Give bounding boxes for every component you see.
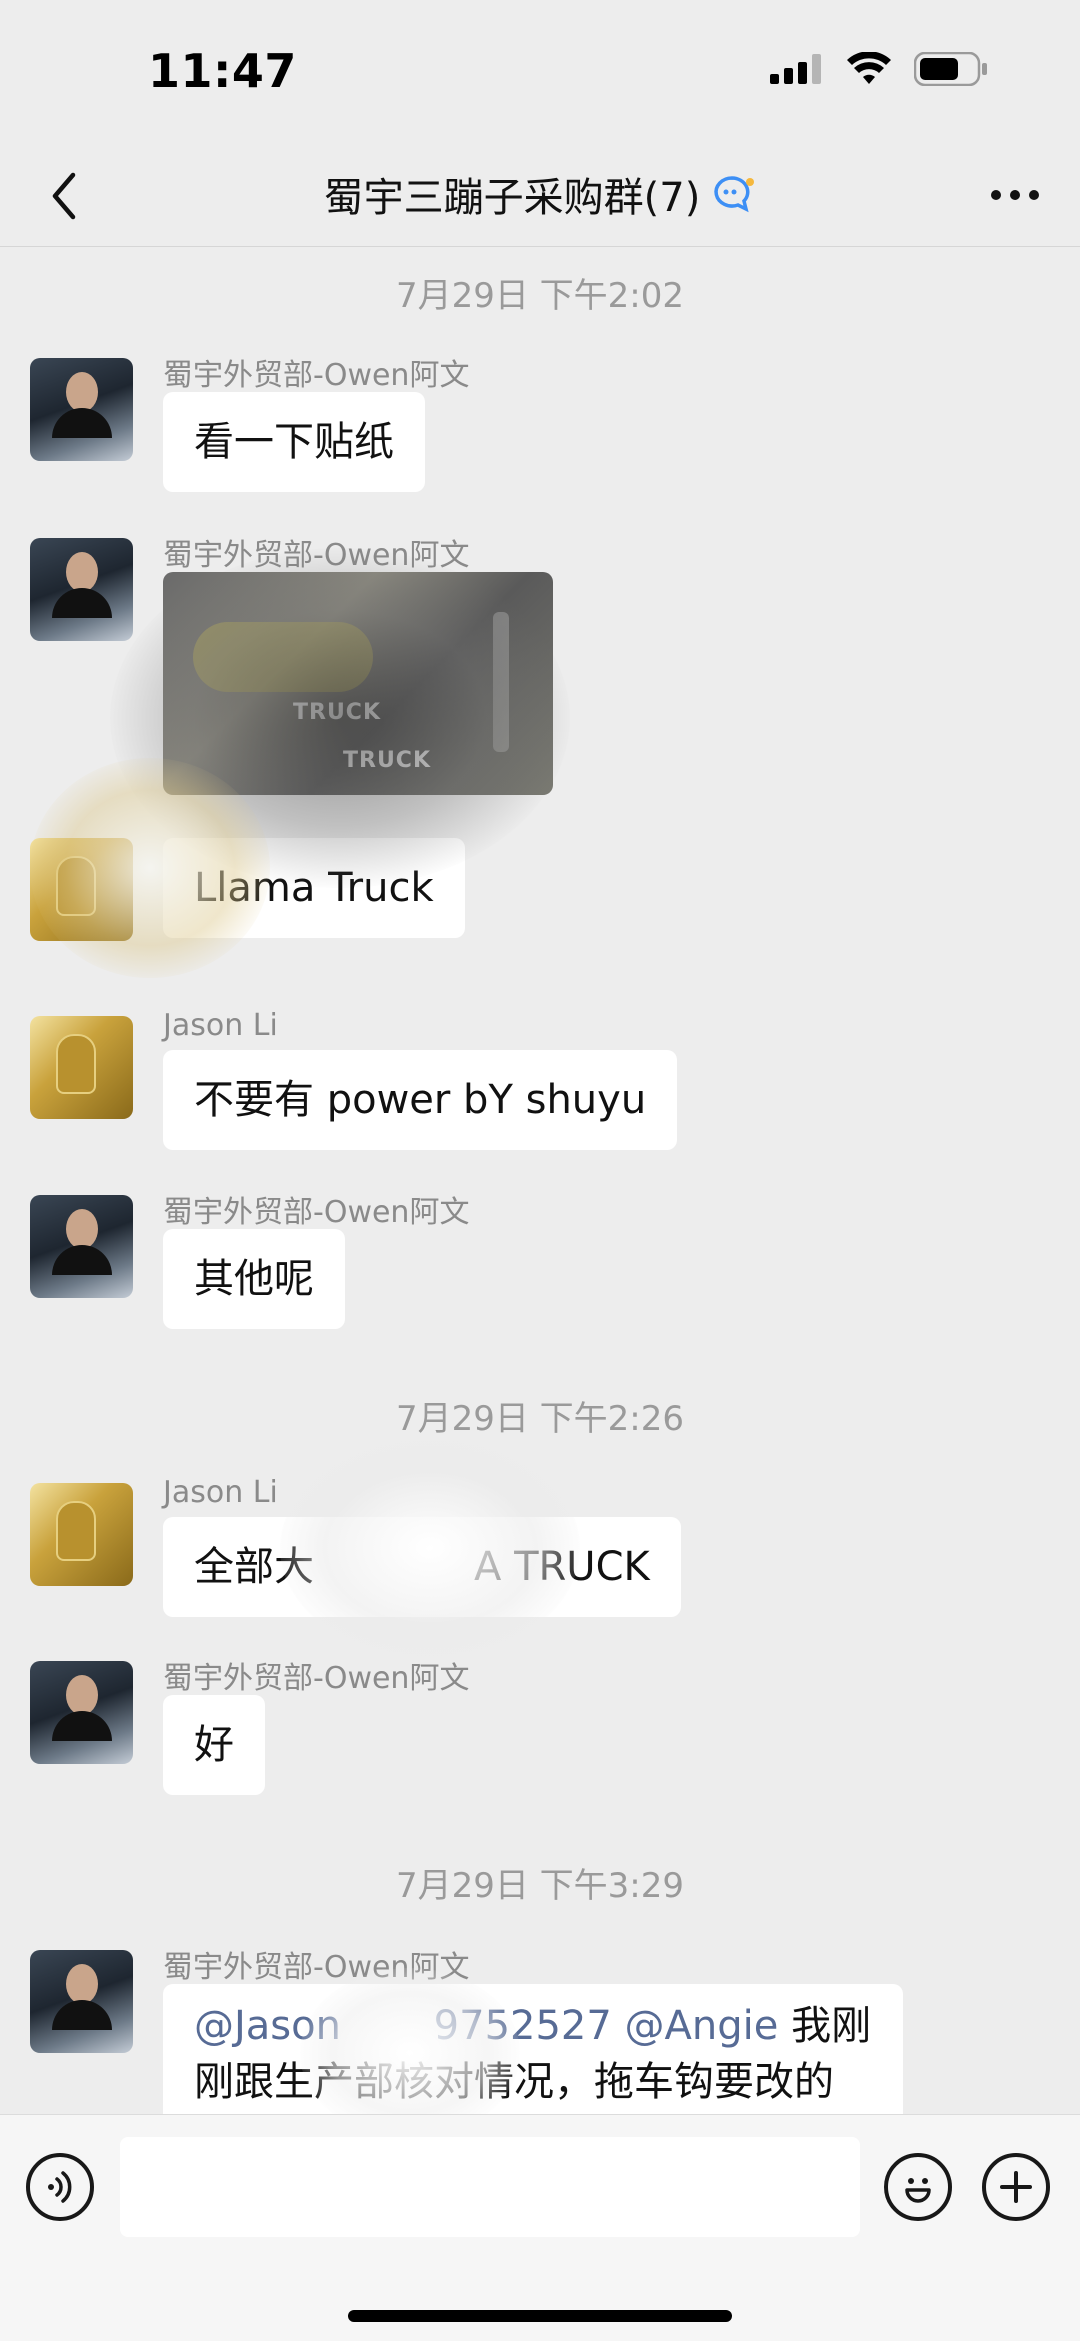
cellular-signal-icon [770,54,821,84]
avatar[interactable] [30,358,133,461]
voice-button[interactable] [26,2153,94,2221]
timestamp: 7月29日 下午2:26 [395,1399,685,1439]
chat-header: 蜀宇三蹦子采购群(7) [0,145,1080,247]
message-bubble[interactable]: 其他呢 [163,1229,345,1329]
avatar[interactable] [30,1661,133,1764]
avatar[interactable] [30,838,133,941]
message-bubble[interactable]: 看一下贴纸 [163,392,425,492]
sender-name: 蜀宇外贸部-Owen阿文 [163,358,470,393]
message-bubble[interactable]: 全部大 A TRUCK [163,1517,681,1617]
chat-title: 蜀宇三蹦子采购群(7) [323,175,701,221]
emoji-icon [905,2178,931,2203]
image-text: TRUCK [343,748,432,773]
sender-name: 蜀宇外贸部-Owen阿文 [163,1950,470,1985]
image-text: TRUCK [293,700,382,725]
avatar[interactable] [30,1950,133,2053]
message-bubble[interactable]: @Jason 9752527 @Angie 我刚刚跟生产部核对情况，拖车钩要改的 [163,1984,903,2114]
message-bubble[interactable]: 不要有 power bY shuyu [163,1050,678,1150]
more-options-button[interactable] [980,165,1050,225]
avatar[interactable] [30,1016,133,1119]
emoji-button[interactable] [884,2153,952,2221]
home-indicator [348,2310,732,2322]
input-bar [0,2114,1080,2341]
wifi-icon [847,52,891,84]
status-icons [770,52,988,86]
sender-name: Jason Li [163,1475,278,1510]
sender-name: 蜀宇外贸部-Owen阿文 [163,1661,470,1696]
sender-name: Jason Li [163,1008,278,1043]
chat-title-container[interactable]: 蜀宇三蹦子采购群(7) [0,165,1080,223]
avatar[interactable] [30,1195,133,1298]
message-bubble[interactable]: Llama Truck [163,838,465,938]
timestamp: 7月29日 下午3:29 [395,1866,685,1906]
avatar[interactable] [30,538,133,641]
battery-icon [914,52,987,86]
message-list[interactable]: 7月29日 下午2:02 蜀宇外贸部-Owen阿文 看一下贴纸 蜀宇外贸部-Ow… [0,248,1080,2114]
mention-text[interactable]: @Jason 9752527 @Angie [194,2003,778,2049]
voice-icon [48,2171,72,2203]
message-input[interactable] [120,2137,860,2237]
plus-icon [1000,2171,1032,2203]
more-dots-icon [991,190,1039,200]
group-chat-icon [714,176,755,213]
message-bubble[interactable]: 好 [163,1695,265,1795]
add-button[interactable] [982,2153,1050,2221]
status-time: 11:47 [148,44,297,98]
sender-name: 蜀宇外贸部-Owen阿文 [163,1195,470,1230]
sender-name: 蜀宇外贸部-Owen阿文 [163,538,470,573]
avatar[interactable] [30,1483,133,1586]
timestamp: 7月29日 下午2:02 [395,276,685,316]
image-message[interactable]: TRUCK TRUCK [163,572,553,795]
status-bar: 11:47 [0,0,1080,145]
